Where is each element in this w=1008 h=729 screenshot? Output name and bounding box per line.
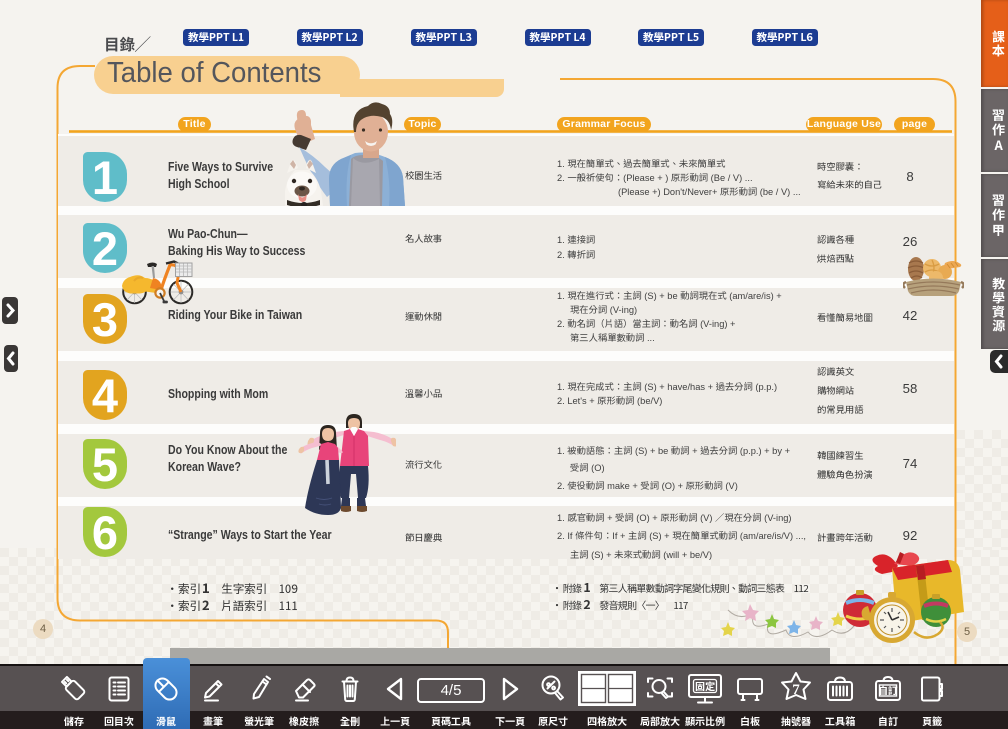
svg-text:固定: 固定 xyxy=(695,678,715,693)
svg-text:自訂: 自訂 xyxy=(878,683,898,697)
svg-text:7: 7 xyxy=(792,682,800,698)
